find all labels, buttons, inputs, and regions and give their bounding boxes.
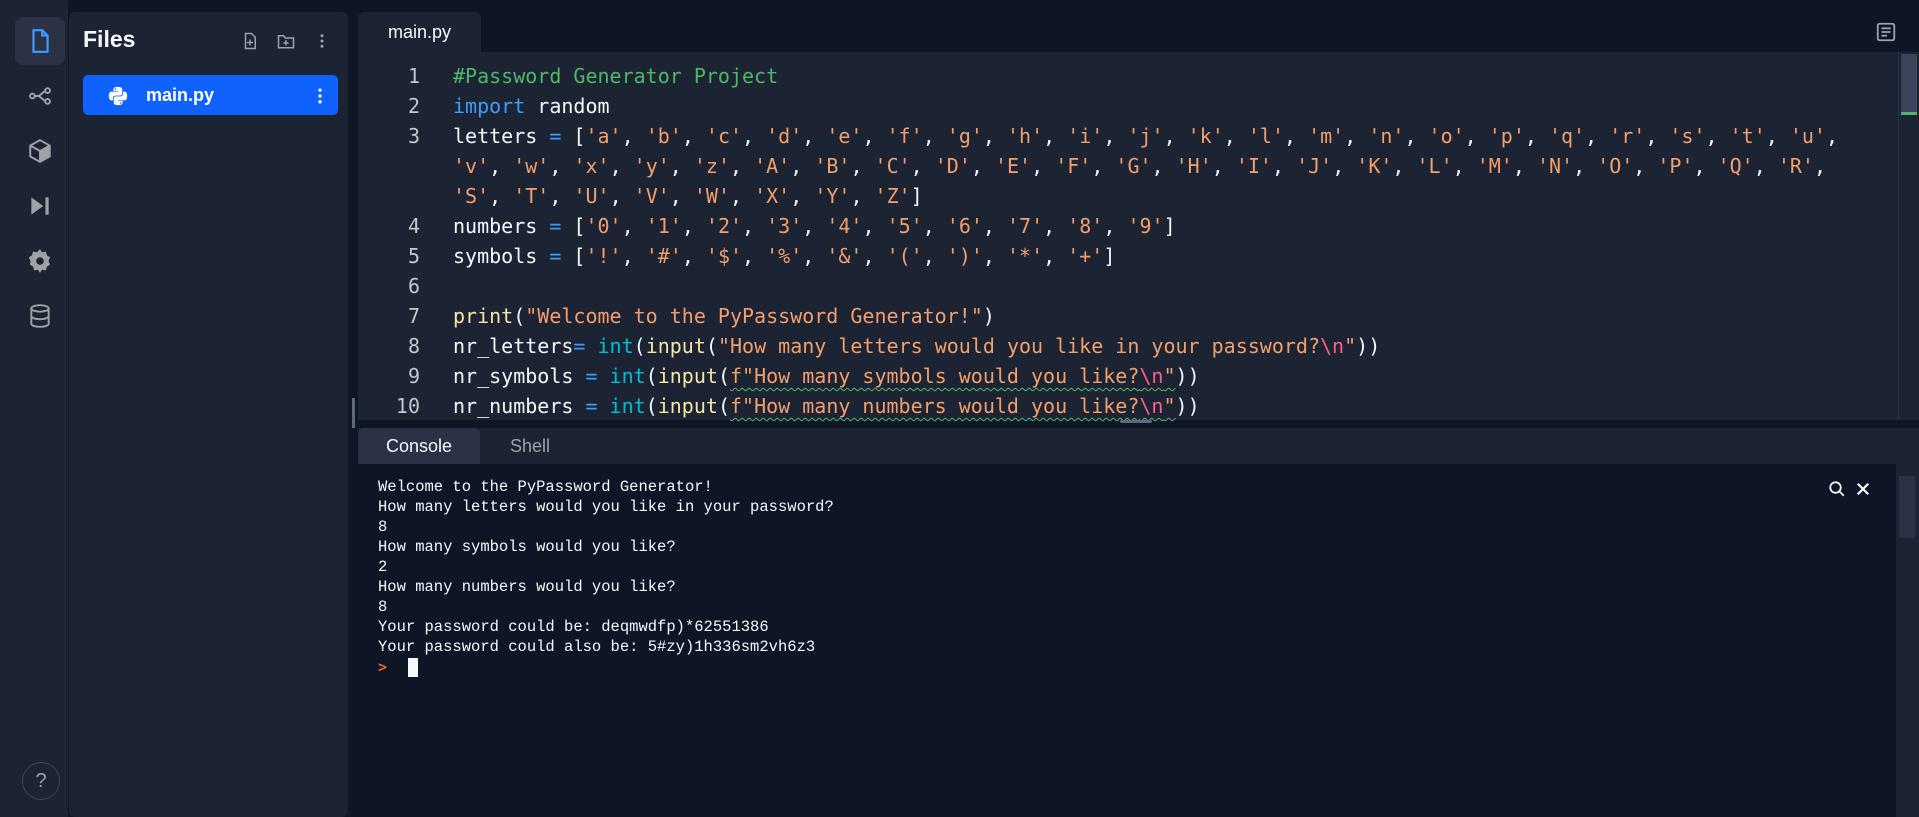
console-line: 8 [378,518,388,536]
console-line: Your password could also be: 5#zy)1h336s… [378,638,816,656]
console-line: 8 [378,598,388,616]
line-number: 6 [407,274,420,298]
layout-icon[interactable] [1875,21,1897,43]
console-line: How many symbols would you like? [378,538,676,556]
panel-resize-handle[interactable] [352,398,355,428]
line-number: 9 [407,364,420,388]
file-name: main.py [146,85,215,105]
files-panel: Files main.py [69,12,348,817]
code-line: symbols = ['!', '#', '$', '%', '&', '(',… [453,244,1116,268]
new-folder-button[interactable] [275,30,297,52]
console-output: Welcome to the PyPassword Generator! How … [378,477,834,657]
git-tool-button[interactable] [15,72,65,120]
code-editor[interactable]: 1 2 3 4 5 6 7 8 9 10 #Password Generator… [358,52,1888,420]
console-line: Welcome to the PyPassword Generator! [378,478,713,496]
code-line: 'S', 'T', 'U', 'V', 'W', 'X', 'Y', 'Z'] [453,184,923,208]
tab-console[interactable]: Console [358,428,480,464]
packages-tool-button[interactable] [15,127,65,175]
settings-icon [28,249,51,273]
line-number: 3 [407,124,420,148]
help-label: ? [35,769,47,792]
line-number: 10 [395,394,420,418]
activity-bar: ? [0,0,69,817]
run-icon [31,197,49,215]
new-file-button[interactable] [239,30,261,52]
console-line: How many numbers would you like? [378,578,676,596]
tab-main-py[interactable]: main.py [358,12,481,52]
code-line: 'v', 'w', 'x', 'y', 'z', 'A', 'B', 'C', … [453,154,1826,178]
file-icon [32,29,49,53]
line-number: 1 [407,64,420,88]
console-scrollbar[interactable] [1896,464,1919,817]
line-number: 2 [407,94,420,118]
code-line: nr_numbers = int(input(f"How many number… [453,394,1200,418]
files-tool-button[interactable] [15,17,65,65]
line-number: 7 [407,304,420,328]
files-title: Files [83,26,136,52]
code-line: print("Welcome to the PyPassword Generat… [453,304,995,328]
database-tool-button[interactable] [15,292,65,340]
line-number: 8 [407,334,420,358]
search-icon[interactable] [1828,480,1846,498]
editor-tab-bar: main.py [358,12,1919,52]
line-number: 5 [407,244,420,268]
file-more-icon[interactable] [310,85,330,107]
editor-pane: main.py 1 2 3 4 5 6 7 8 9 10 #Password G… [358,12,1919,420]
code-line: letters = ['a', 'b', 'c', 'd', 'e', 'f',… [453,124,1839,148]
more-icon [320,34,324,48]
scrollbar-thumb[interactable] [1899,476,1915,538]
editor-scrollbar[interactable] [1898,52,1919,420]
console-cursor[interactable] [408,658,418,677]
close-icon[interactable] [1854,480,1872,498]
code-line: nr_symbols = int(input(f"How many symbol… [453,364,1200,388]
console-line: Your password could be: deqmwdfp)*625513… [378,618,769,636]
console-line: 2 [378,558,388,576]
new-folder-icon [277,35,295,49]
run-tool-button[interactable] [15,182,65,230]
code-line: #Password Generator Project [453,64,779,88]
package-icon [29,139,51,163]
file-item-main-py[interactable]: main.py [83,75,338,115]
console-prompt: > [378,658,388,676]
database-icon [30,304,50,328]
scrollbar-marker [1901,112,1917,115]
console-tab-bar: Console Shell [358,428,1919,464]
code-line: import random [453,94,610,118]
new-file-icon [244,32,256,50]
git-branch-icon [29,87,51,105]
scrollbar-thumb[interactable] [1901,54,1917,112]
tab-shell[interactable]: Shell [480,428,580,464]
files-more-button[interactable] [311,30,333,52]
editor-console-resize-handle[interactable] [1120,420,1152,423]
line-number: 4 [407,214,420,238]
settings-tool-button[interactable] [15,237,65,285]
code-line: nr_letters= int(input("How many letters … [453,334,1381,358]
code-line: numbers = ['0', '1', '2', '3', '4', '5',… [453,214,1176,238]
console-line: How many letters would you like in your … [378,498,834,516]
python-icon [108,86,128,106]
console-pane: Console Shell Welcome to the PyPassword … [358,428,1919,817]
help-button[interactable]: ? [22,762,60,800]
